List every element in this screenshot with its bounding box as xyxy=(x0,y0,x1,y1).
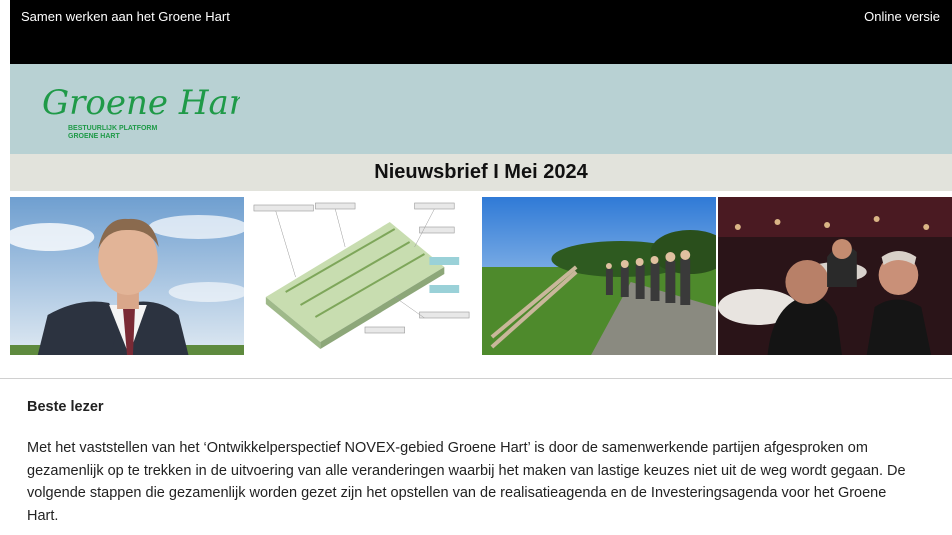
landscape-diagram xyxy=(246,197,480,355)
intro-paragraph: Met het vaststellen van het ‘Ontwikkelpe… xyxy=(27,440,906,524)
portrait-photo xyxy=(10,197,244,355)
top-bar: Samen werken aan het Groene Hart Online … xyxy=(10,0,952,64)
content-divider xyxy=(0,378,952,379)
logo-wordmark: Groene Hart xyxy=(42,83,240,123)
logo-band: Groene Hart BESTUURLIJK PLATFORM GROENE … xyxy=(10,64,952,154)
left-margin xyxy=(0,0,10,535)
online-version-link[interactable]: Online versie xyxy=(864,9,940,24)
tagline: Samen werken aan het Groene Hart xyxy=(21,9,230,24)
newsletter-title: Nieuwsbrief I Mei 2024 xyxy=(374,161,588,183)
logo-subtitle-2: GROENE HART xyxy=(68,133,120,140)
greeting: Beste lezer xyxy=(27,399,104,415)
outdoor-gathering-photo xyxy=(482,197,716,355)
groene-hart-logo[interactable]: Groene Hart BESTUURLIJK PLATFORM GROENE … xyxy=(40,78,240,148)
title-band: Nieuwsbrief I Mei 2024 xyxy=(10,154,952,191)
newsletter-body: Beste lezer Met het vaststellen van het … xyxy=(27,399,917,527)
photo-strip xyxy=(10,197,952,355)
dinner-event-photo xyxy=(718,197,952,355)
logo-subtitle-1: BESTUURLIJK PLATFORM xyxy=(68,125,157,132)
